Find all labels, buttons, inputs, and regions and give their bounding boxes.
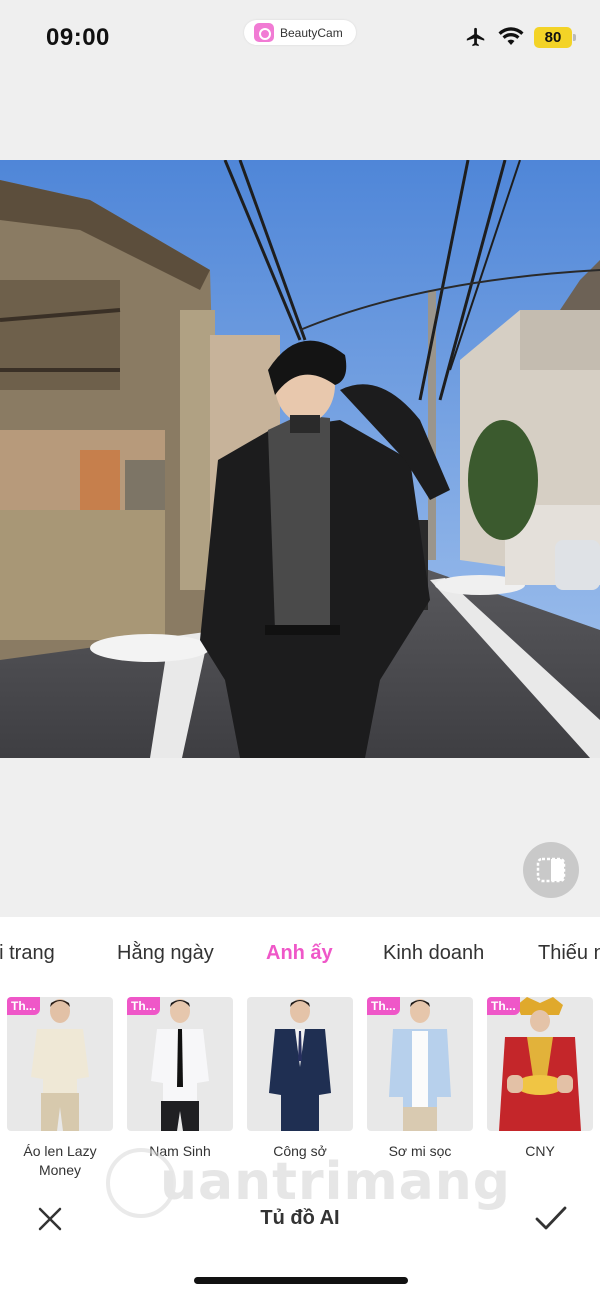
tab-him[interactable]: Anh ấy <box>266 942 333 965</box>
outfit-label: Công sở <box>273 1143 327 1159</box>
outfit-thumbnail: Th... <box>7 997 113 1131</box>
outfit-panel: ời trang Hằng ngày Anh ấy Kinh doanh Thi… <box>0 917 600 1298</box>
battery-icon: 80 <box>534 26 576 48</box>
outfit-model-image <box>151 999 209 1131</box>
tab-fashion[interactable]: ời trang <box>0 942 55 965</box>
tab-business[interactable]: Kinh doanh <box>383 942 484 965</box>
beautycam-logo-icon <box>254 23 274 42</box>
outfit-label: Sơ mi sọc <box>388 1143 452 1159</box>
tab-youth[interactable]: Thiếu n <box>538 942 600 965</box>
panel-title: Tủ đồ AI <box>260 1207 340 1229</box>
outfit-label: Áo len Lazy Money <box>23 1143 97 1178</box>
compare-button[interactable] <box>523 842 579 898</box>
compare-icon <box>536 857 566 883</box>
outfit-model-image <box>269 999 331 1131</box>
outfit-model-image <box>389 999 451 1131</box>
trend-badge: Th... <box>127 997 160 1015</box>
outfit-item[interactable]: Công sở <box>247 997 353 1161</box>
outfit-model-image <box>499 997 581 1131</box>
outfit-model-image <box>31 999 89 1131</box>
street-photo-image <box>0 160 600 758</box>
bottom-action-bar: Tủ đồ AI <box>0 1197 600 1247</box>
app-indicator-pill[interactable]: BeautyCam <box>244 20 356 45</box>
trend-badge: Th... <box>7 997 40 1015</box>
status-icons: 80 <box>464 26 576 48</box>
tab-daily[interactable]: Hằng ngày <box>117 942 214 965</box>
outfit-label: Nam Sinh <box>149 1143 211 1159</box>
outfit-item[interactable]: Th... CNY <box>487 997 593 1161</box>
home-indicator[interactable] <box>194 1277 408 1284</box>
outfit-thumbnail: Th... <box>487 997 593 1131</box>
outfit-item[interactable]: Th... Áo len Lazy Money <box>7 997 113 1180</box>
category-tabs: ời trang Hằng ngày Anh ấy Kinh doanh Thi… <box>0 917 600 991</box>
app-name: BeautyCam <box>280 25 343 40</box>
outfit-item[interactable]: Th... Nam Sinh <box>127 997 233 1161</box>
trend-badge: Th... <box>367 997 400 1015</box>
status-bar: 09:00 BeautyCam 80 <box>0 0 600 80</box>
checkmark-icon[interactable] <box>534 1203 568 1233</box>
outfit-thumbnail <box>247 997 353 1131</box>
outfit-label: CNY <box>525 1143 555 1159</box>
outfit-thumbnail: Th... <box>367 997 473 1131</box>
status-time: 09:00 <box>46 24 110 51</box>
edited-photo[interactable] <box>0 160 600 758</box>
wifi-icon <box>498 27 524 45</box>
airplane-icon <box>466 27 485 47</box>
outfit-thumbnail: Th... <box>127 997 233 1131</box>
outfit-item[interactable]: Th... Sơ mi sọc <box>367 997 473 1161</box>
trend-badge: Th... <box>487 997 520 1015</box>
